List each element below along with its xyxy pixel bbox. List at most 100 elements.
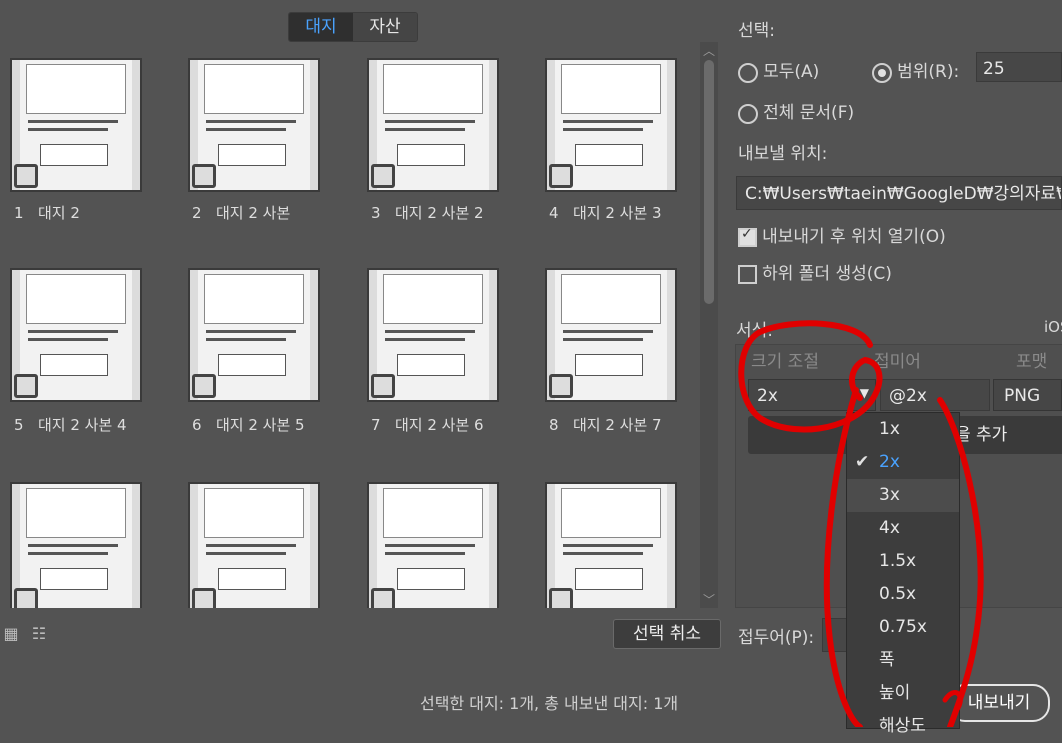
checkbox-unchecked-icon[interactable]	[738, 265, 757, 284]
artboard-thumbnail[interactable]	[545, 268, 677, 402]
radio-whole-document[interactable]: 전체 문서(F)	[738, 98, 854, 124]
artboard-checkbox-icon[interactable]	[192, 164, 216, 188]
table-figure	[40, 568, 108, 590]
suffix-input[interactable]: @2x	[880, 379, 990, 411]
checkbox-checked-icon[interactable]	[738, 226, 757, 247]
artboard-checkbox-icon[interactable]	[549, 164, 573, 188]
table-figure	[218, 144, 286, 166]
text-line	[385, 552, 465, 555]
scale-menu-item[interactable]: 3x	[847, 479, 959, 512]
graph-figure	[383, 488, 483, 538]
scale-menu-item-label: 1x	[879, 419, 900, 439]
artboard-caption: 7 대지 2 사본 6	[371, 414, 484, 435]
scroll-up-icon[interactable]: ︿	[703, 42, 715, 59]
artboard-checkbox-icon[interactable]	[192, 374, 216, 398]
tab-assets[interactable]: 자산	[353, 13, 417, 41]
artboard-thumbnail[interactable]	[188, 482, 320, 608]
text-line	[385, 544, 475, 547]
artboard-thumbnail[interactable]	[188, 268, 320, 402]
artboard-checkbox-icon[interactable]	[549, 374, 573, 398]
column-format-header: 포맷	[1016, 352, 1048, 372]
create-subfolder-checkbox[interactable]: 하위 폴더 생성(C)	[738, 259, 892, 284]
scale-menu-item[interactable]: 높이	[847, 677, 959, 710]
radio-all-label: 모두(A)	[763, 62, 820, 82]
artboard-checkbox-icon[interactable]	[549, 588, 573, 608]
artboard-name: 대지 2	[38, 204, 80, 222]
radio-all[interactable]: 모두(A)	[738, 57, 819, 83]
scale-menu-item[interactable]: 4x	[847, 512, 959, 545]
grid-view-icon[interactable]: ▦	[0, 623, 22, 645]
tab-artboards[interactable]: 대지	[289, 13, 353, 41]
range-input[interactable]: 25	[976, 52, 1062, 82]
artboard-name: 대지 2 사본 2	[395, 204, 484, 222]
table-figure	[397, 568, 465, 590]
format-dropdown[interactable]: PNG	[993, 379, 1062, 411]
scale-menu-item[interactable]: 0.5x	[847, 578, 959, 611]
scale-menu-item[interactable]: 1x	[847, 413, 959, 446]
text-line	[563, 552, 643, 555]
checkmark-icon: ✔	[855, 452, 870, 472]
scale-menu-item-label: 폭	[879, 650, 895, 670]
artboard-checkbox-icon[interactable]	[14, 374, 38, 398]
radio-range-icon[interactable]	[872, 62, 892, 83]
grid-scrollbar[interactable]: ︿ ﹀	[700, 42, 718, 608]
radio-all-icon[interactable]	[738, 62, 758, 83]
scroll-thumb[interactable]	[704, 60, 714, 304]
artboard-thumbnail[interactable]	[10, 58, 142, 192]
artboard-thumbnail[interactable]	[545, 482, 677, 608]
scale-menu-item[interactable]: 폭	[847, 644, 959, 677]
artboard-thumbnail[interactable]	[367, 268, 499, 402]
ios-preset-link[interactable]: iOS	[1044, 318, 1062, 336]
dropdown-arrow-icon[interactable]: ▼	[860, 386, 869, 400]
scroll-down-icon[interactable]: ﹀	[703, 591, 715, 608]
table-figure	[575, 144, 643, 166]
text-line	[385, 330, 475, 333]
radio-range[interactable]: 범위(R):	[872, 57, 959, 83]
artboard-thumbnail[interactable]	[367, 58, 499, 192]
artboard-number: 6	[192, 416, 202, 434]
artboard-thumbnail[interactable]	[10, 268, 142, 402]
table-figure	[575, 354, 643, 376]
artboard-caption: 2 대지 2 사본	[192, 202, 290, 223]
export-button[interactable]: 내보내기	[948, 684, 1050, 722]
artboard-name: 대지 2 사본	[216, 204, 291, 222]
artboard-thumbnail[interactable]	[545, 58, 677, 192]
artboard-caption: 8 대지 2 사본 7	[549, 414, 662, 435]
artboard-name: 대지 2 사본 5	[216, 416, 305, 434]
open-after-export-checkbox[interactable]: 내보내기 후 위치 열기(O)	[738, 222, 946, 247]
prefix-label: 접두어(P):	[738, 628, 815, 648]
artboard-checkbox-icon[interactable]	[371, 588, 395, 608]
artboard-thumbnail[interactable]	[367, 482, 499, 608]
scale-dropdown[interactable]: 2x ▼	[748, 379, 876, 411]
text-line	[28, 338, 108, 341]
artboard-caption: 4 대지 2 사본 3	[549, 202, 662, 223]
artboard-checkbox-icon[interactable]	[371, 164, 395, 188]
graph-figure	[204, 64, 304, 114]
radio-range-label: 범위(R):	[897, 62, 960, 82]
scale-menu-item[interactable]: 0.75x	[847, 611, 959, 644]
column-suffix-header: 접미어	[874, 352, 921, 372]
radio-whole-doc-icon[interactable]	[738, 103, 758, 124]
artboard-checkbox-icon[interactable]	[192, 588, 216, 608]
export-to-heading: 내보낼 위치:	[738, 144, 828, 164]
graph-figure	[26, 64, 126, 114]
text-line	[206, 128, 286, 131]
scale-menu-item[interactable]: 1.5x	[847, 545, 959, 578]
table-figure	[40, 354, 108, 376]
text-line	[563, 120, 653, 123]
artboard-thumbnail[interactable]	[10, 482, 142, 608]
artboard-checkbox-icon[interactable]	[14, 164, 38, 188]
graph-figure	[204, 274, 304, 324]
artboard-caption: 5 대지 2 사본 4	[14, 414, 127, 435]
scale-menu-item-label: 4x	[879, 518, 900, 538]
artboard-checkbox-icon[interactable]	[14, 588, 38, 608]
format-heading: 서식:	[736, 321, 774, 341]
artboard-thumbnail[interactable]	[188, 58, 320, 192]
deselect-button[interactable]: 선택 취소	[613, 619, 721, 649]
artboard-checkbox-icon[interactable]	[371, 374, 395, 398]
graph-figure	[561, 488, 661, 538]
scale-menu-item[interactable]: ✔ 2x	[847, 446, 959, 479]
artboard-number: 3	[371, 204, 381, 222]
export-path-field[interactable]: C:₩Users₩taein₩GoogleD₩강의자료₩...	[736, 176, 1062, 210]
list-view-icon[interactable]: ☷	[28, 623, 50, 645]
